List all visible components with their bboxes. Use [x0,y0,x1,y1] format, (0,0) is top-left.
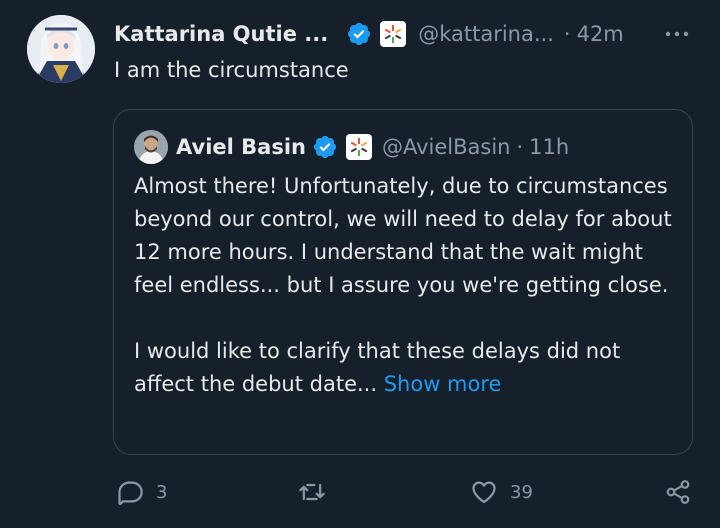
quoted-paragraph-2: I would like to clarify that these delay… [134,339,621,396]
author-handle[interactable]: @kattarina... [418,22,554,46]
affiliate-badge-icon [345,134,372,160]
tweet-actions: 3 39 [0,476,720,508]
share-icon [664,478,692,506]
tweet-time[interactable]: 42m [577,22,624,46]
author-name[interactable]: Kattarina Qutie ... [114,22,328,46]
quoted-paragraph-2-wrapper: I would like to clarify that these delay… [134,335,682,401]
quoted-tweet-card[interactable]: Aviel Basin @AvielBasin · 11h Almost the… [113,109,693,455]
quoted-tweet-time: 11h [529,135,570,159]
show-more-link[interactable]: Show more [384,372,502,396]
tweet-text: I am the circumstance [114,58,349,82]
retweet-button[interactable] [297,478,339,506]
quoted-author-name: Aviel Basin [176,135,306,159]
separator-dot: · [563,22,571,46]
like-count: 39 [510,481,533,503]
retweet-icon [297,478,327,506]
verified-badge-icon [346,21,372,47]
quoted-author-avatar [134,130,168,164]
reply-icon [116,478,144,506]
quoted-tweet-text: Almost there! Unfortunately, due to circ… [134,170,682,401]
reply-button[interactable]: 3 [116,478,167,506]
separator-dot: · [516,135,524,159]
quoted-tweet-header: Aviel Basin @AvielBasin · 11h [134,128,674,166]
author-avatar[interactable] [27,15,95,83]
like-button[interactable]: 39 [470,478,533,506]
reply-count: 3 [156,481,168,503]
tweet-header: Kattarina Qutie ... @kattarina... · 42m [114,18,692,50]
quoted-paragraph-1: Almost there! Unfortunately, due to circ… [134,174,672,297]
verified-badge-icon [312,134,338,160]
quoted-author-handle: @AvielBasin [381,135,511,159]
affiliate-badge-icon[interactable] [380,21,407,47]
share-button[interactable] [664,478,692,506]
more-icon[interactable] [662,20,692,48]
like-icon [470,478,498,506]
